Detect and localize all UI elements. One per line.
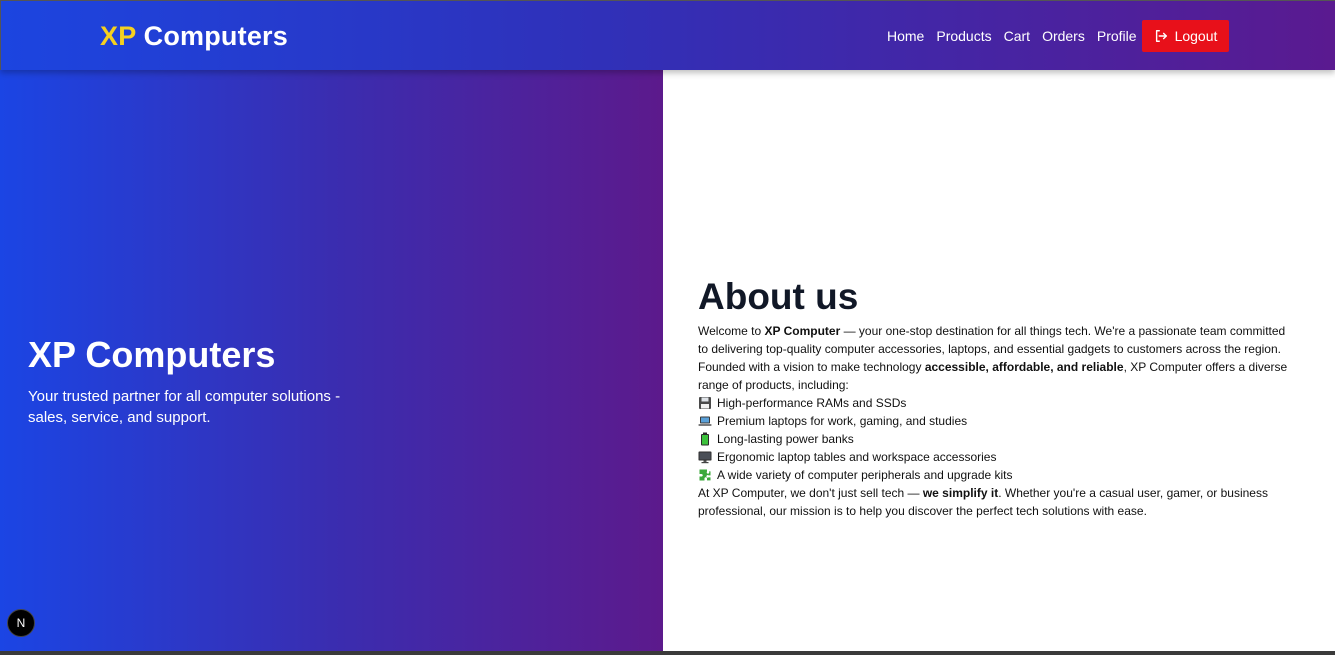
nav-link-cart[interactable]: Cart — [1004, 28, 1030, 44]
feature-item: Long-lasting power banks — [698, 430, 1298, 448]
feature-text: Long-lasting power banks — [717, 432, 854, 446]
nav-link-profile[interactable]: Profile — [1097, 28, 1137, 44]
logout-icon — [1155, 30, 1167, 42]
puzzle-piece-icon — [699, 469, 711, 481]
feature-text: Premium laptops for work, gaming, and st… — [717, 414, 968, 428]
about-panel: About us Welcome to XP Computer — your o… — [663, 70, 1335, 651]
top-navbar: XP Computers Home Products Cart Orders P… — [0, 0, 1335, 70]
feature-item: Ergonomic laptop tables and workspace ac… — [698, 448, 1298, 466]
dev-tools-badge[interactable]: N — [7, 609, 35, 637]
about-outro: At XP Computer, we don't just sell tech … — [698, 486, 1268, 518]
feature-item: Premium laptops for work, gaming, and st… — [698, 412, 1298, 430]
logout-label: Logout — [1174, 28, 1218, 44]
hero-subtitle: Your trusted partner for all computer so… — [28, 388, 341, 426]
feature-item: A wide variety of computer peripherals a… — [698, 466, 1298, 484]
nav-link-products[interactable]: Products — [936, 28, 991, 44]
monitor-icon — [698, 451, 712, 464]
nav-links: Home Products Cart Orders Profile — [887, 28, 1137, 44]
hero-panel: XP Computers Your trusted partner for al… — [0, 70, 663, 651]
brand-name: Computers — [143, 21, 288, 51]
floppy-disk-icon — [699, 397, 711, 409]
about-body: Welcome to XP Computer — your one-stop d… — [698, 322, 1298, 520]
brand-logo[interactable]: XP Computers — [100, 21, 288, 52]
feature-item: High-performance RAMs and SSDs — [698, 394, 1298, 412]
nav-link-home[interactable]: Home — [887, 28, 924, 44]
about-title: About us — [698, 276, 859, 317]
about-intro: Welcome to XP Computer — your one-stop d… — [698, 324, 1288, 392]
laptop-icon — [698, 416, 712, 426]
brand-xp: XP — [100, 21, 136, 51]
feature-text: High-performance RAMs and SSDs — [717, 396, 907, 410]
bottom-edge — [0, 651, 1335, 655]
hero-title: XP Computers — [28, 334, 276, 375]
logout-button[interactable]: Logout — [1142, 20, 1229, 52]
feature-text: A wide variety of computer peripherals a… — [717, 468, 1013, 482]
nav-link-orders[interactable]: Orders — [1042, 28, 1085, 44]
battery-icon — [701, 432, 709, 446]
feature-text: Ergonomic laptop tables and workspace ac… — [717, 450, 997, 464]
